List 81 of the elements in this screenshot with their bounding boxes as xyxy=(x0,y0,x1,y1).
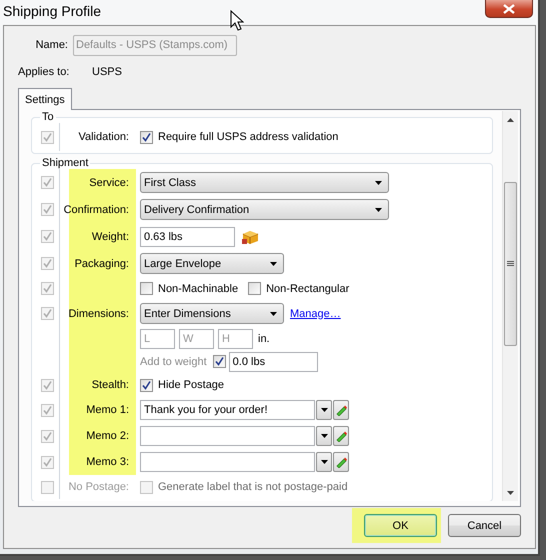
checkbox-label: Require full USPS address validation xyxy=(158,131,338,143)
memo-field[interactable] xyxy=(140,452,315,472)
checkbox[interactable] xyxy=(40,257,54,270)
pencil-icon xyxy=(335,430,347,442)
ok-button[interactable]: OK xyxy=(364,514,437,537)
checkbox[interactable] xyxy=(140,282,153,295)
field-label: Packaging: xyxy=(74,258,129,270)
dropdown-button[interactable] xyxy=(316,400,332,420)
field-label: Service: xyxy=(89,176,129,188)
dimension-field[interactable]: W xyxy=(179,328,214,348)
checkbox[interactable] xyxy=(212,355,226,368)
checkbox[interactable] xyxy=(40,404,54,416)
name-label: Name: xyxy=(34,39,69,51)
checkbox[interactable] xyxy=(40,230,54,243)
checkbox[interactable] xyxy=(248,282,262,295)
dropdown[interactable]: Large Envelope xyxy=(140,253,284,274)
checkbox-label: Non-Machinable xyxy=(158,282,238,294)
scroll-up-arrow-icon xyxy=(507,118,514,122)
field-label: Stealth: xyxy=(92,379,129,391)
pencil-icon xyxy=(335,404,347,416)
dropdown[interactable]: Enter Dimensions xyxy=(140,303,284,324)
dropdown[interactable]: Delivery Confirmation xyxy=(140,199,389,220)
caret-icon xyxy=(270,312,277,316)
pencil-icon xyxy=(335,456,347,468)
caret-icon xyxy=(320,408,328,412)
edit-button[interactable] xyxy=(333,400,349,420)
scroll-down-arrow-icon xyxy=(507,491,514,495)
field-label: Weight: xyxy=(92,230,129,242)
checkbox-label: Hide Postage xyxy=(158,379,224,391)
dimension-field[interactable]: H xyxy=(218,328,253,348)
field-label: Confirmation: xyxy=(64,204,129,216)
field-label: Memo 2: xyxy=(86,430,129,442)
dimension-field[interactable]: L xyxy=(140,328,175,348)
checkbox[interactable] xyxy=(40,456,54,468)
group-title: Shipment xyxy=(41,157,90,169)
checkbox[interactable] xyxy=(40,130,54,144)
memo-field[interactable]: Thank you for your order! xyxy=(140,400,315,420)
unit-label: in. xyxy=(258,332,270,344)
memo-field[interactable] xyxy=(140,426,315,446)
checkbox-label: Generate label that is not postage-paid xyxy=(158,481,348,493)
caret-icon xyxy=(375,180,382,184)
cursor-icon xyxy=(230,10,244,31)
checkbox[interactable] xyxy=(40,378,54,392)
manage-link[interactable]: Manage… xyxy=(290,308,341,320)
grip-icon xyxy=(507,261,514,267)
applies-to-value: USPS xyxy=(92,66,122,78)
field-label: No Postage: xyxy=(68,481,129,493)
dropdown[interactable]: First Class xyxy=(140,172,389,193)
scrollbar[interactable] xyxy=(502,111,518,501)
checkbox[interactable] xyxy=(40,176,54,189)
checkbox[interactable] xyxy=(40,203,54,216)
package-icon xyxy=(242,228,259,244)
field-label: Memo 1: xyxy=(86,404,129,416)
caret-icon xyxy=(320,460,328,464)
checkbox[interactable] xyxy=(40,430,54,442)
edit-button[interactable] xyxy=(333,452,349,472)
caret-icon xyxy=(320,434,328,438)
weight-field[interactable]: 0.63 lbs xyxy=(140,226,235,246)
close-button[interactable] xyxy=(485,0,533,18)
window-title: Shipping Profile xyxy=(3,3,102,19)
caret-icon xyxy=(375,208,382,212)
field-label: Validation: xyxy=(78,131,129,143)
tab[interactable]: Settings xyxy=(18,88,72,110)
scrollbar-thumb[interactable] xyxy=(504,182,517,346)
checkbox[interactable] xyxy=(40,307,54,320)
dropdown-button[interactable] xyxy=(316,426,332,446)
caret-icon xyxy=(270,262,277,266)
add-to-weight-label: Add to weight xyxy=(140,356,207,368)
close-icon xyxy=(503,4,515,14)
field-label: Dimensions: xyxy=(68,308,129,320)
checkbox-label: Non-Rectangular xyxy=(266,282,350,294)
dropdown-button[interactable] xyxy=(316,452,332,472)
applies-to-label: Applies to: xyxy=(17,66,70,78)
cancel-button[interactable]: Cancel xyxy=(448,514,521,537)
checkbox[interactable] xyxy=(140,130,153,144)
edit-button[interactable] xyxy=(333,426,349,446)
field-label: Memo 3: xyxy=(86,456,129,468)
group-title: To xyxy=(41,111,55,123)
checkbox[interactable] xyxy=(140,378,153,392)
checkbox[interactable] xyxy=(40,282,54,295)
added-weight-field[interactable]: 0.0 lbs xyxy=(228,352,318,372)
